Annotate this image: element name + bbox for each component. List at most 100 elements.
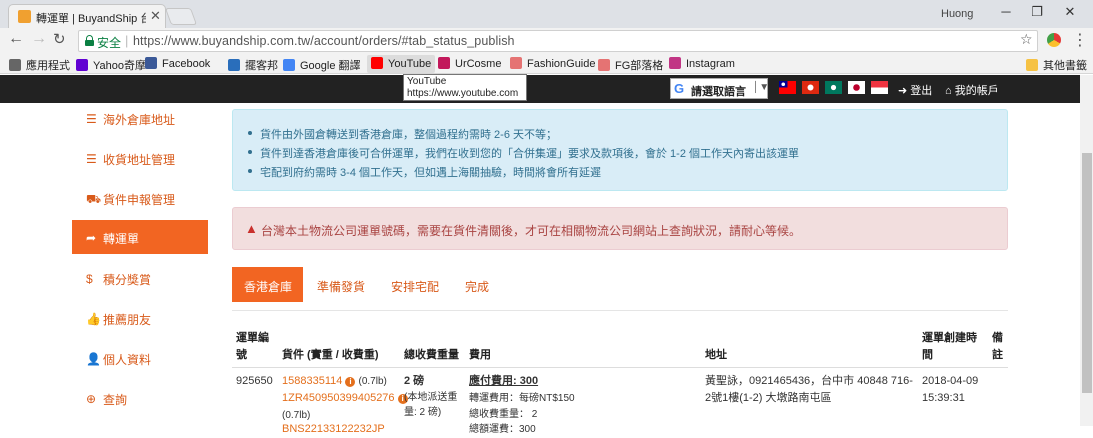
col-total-weight: 總收費重量 bbox=[404, 349, 459, 361]
logout-link[interactable]: ➜ 登出 bbox=[898, 82, 932, 98]
browser-tab[interactable]: 轉運單 | BuyandShip 台灣 ✕ bbox=[8, 4, 166, 28]
fashionguide-icon bbox=[510, 57, 522, 69]
tab-completed[interactable]: 完成 bbox=[465, 278, 489, 313]
bookmark-translate[interactable]: Google 翻譯 bbox=[283, 57, 361, 73]
hong-kong-flag-icon[interactable] bbox=[802, 81, 819, 94]
instagram-icon bbox=[669, 57, 681, 69]
taiwan-flag-icon[interactable] bbox=[779, 81, 796, 94]
bookmark-star-icon[interactable]: ☆ bbox=[1020, 31, 1033, 48]
bookmark-youtube[interactable]: YouTube bbox=[367, 55, 436, 73]
lock-icon bbox=[85, 35, 94, 46]
bookmark-label: 擺客邦 bbox=[245, 60, 278, 72]
bookmark-label: Instagram bbox=[686, 58, 735, 70]
col-address: 地址 bbox=[705, 349, 727, 361]
sidebar-item-label: 轉運單 bbox=[103, 232, 140, 246]
my-account-link[interactable]: ⌂ 我的帳戶 bbox=[945, 82, 999, 98]
info-note: 貨件到達香港倉庫後可合併運單，我們在收到您的「合併集運」要求及款項後，會於 1-… bbox=[248, 145, 799, 161]
apps-grid-icon bbox=[9, 59, 21, 71]
item-weight: (0.7lb) bbox=[358, 376, 387, 387]
home-icon: ⌂ bbox=[945, 85, 952, 97]
truck-icon: ⛟ bbox=[86, 192, 102, 206]
bookmark-apps-grid[interactable]: 應用程式 bbox=[9, 57, 70, 73]
minimize-icon[interactable]: ─ bbox=[992, 4, 1020, 22]
bookmark-blog[interactable]: 擺客邦 bbox=[228, 57, 278, 73]
sidebar-item[interactable]: ☰ 海外倉庫地址 bbox=[72, 101, 208, 135]
tab-hk-warehouse[interactable]: 香港倉庫 bbox=[232, 267, 303, 302]
sidebar-item-label: 查詢 bbox=[103, 393, 128, 407]
tooltip-title: YouTube bbox=[407, 76, 447, 87]
sidebar-item[interactable]: ⊕ 查詢 bbox=[72, 381, 208, 415]
browser-toolbar: ← → ↻ 安全 | https://www.buyandship.com.tw… bbox=[0, 28, 1093, 54]
list-icon: ☰ bbox=[86, 152, 97, 166]
sidebar-item[interactable]: $ 積分獎賞 bbox=[72, 261, 208, 295]
list-icon: ☰ bbox=[86, 112, 97, 126]
bookmark-facebook[interactable]: Facebook bbox=[145, 57, 210, 70]
warning-icon: ▲ bbox=[245, 221, 258, 236]
sidebar-item[interactable]: ➦ 轉運單 bbox=[72, 220, 208, 254]
tab-arrange-delivery[interactable]: 安排宅配 bbox=[391, 278, 439, 313]
forward-icon[interactable]: → bbox=[31, 30, 47, 48]
info-note: 宅配到府約需時 3-4 個工作天，但如遇上海關抽驗，時間將會所有延遲 bbox=[248, 164, 601, 180]
sidebar-item-label: 收貨地址管理 bbox=[103, 153, 176, 167]
macau-flag-icon[interactable] bbox=[825, 81, 842, 94]
sidebar-item[interactable]: 👤 個人資料 bbox=[72, 341, 208, 375]
total-weight: 2 磅 bbox=[404, 375, 425, 387]
dollar-icon: $ bbox=[86, 272, 93, 286]
tab-ready-to-ship[interactable]: 準備發貨 bbox=[317, 278, 365, 313]
browser-user-name[interactable]: Huong bbox=[941, 8, 973, 20]
singapore-flag-icon[interactable] bbox=[871, 81, 888, 94]
browser-menu-icon[interactable]: ⋮ bbox=[1072, 30, 1088, 50]
bookmark-fg-blog[interactable]: FG部落格 bbox=[598, 57, 663, 73]
scrollbar-thumb[interactable] bbox=[1082, 153, 1092, 393]
col-items: 貨件 (實重 / 收費重) bbox=[282, 349, 379, 361]
thumbs-up-icon: 👍 bbox=[86, 312, 101, 326]
bookmark-label: FashionGuide bbox=[527, 58, 596, 70]
back-icon[interactable]: ← bbox=[8, 30, 24, 48]
bookmark-instagram[interactable]: Instagram bbox=[669, 57, 735, 70]
sidebar-item-label: 推薦朋友 bbox=[103, 313, 152, 327]
bookmark-label: UrCosme bbox=[455, 58, 502, 70]
item-tracking-link[interactable]: 1588335114 bbox=[282, 375, 342, 387]
urcosme-icon bbox=[438, 57, 450, 69]
item-line: 1ZR450950399405276 i bbox=[282, 390, 408, 407]
info-circle-icon[interactable]: i bbox=[345, 377, 356, 387]
bookmark-label: YouTube bbox=[388, 58, 432, 70]
tooltip-url: https://www.youtube.com bbox=[407, 88, 519, 99]
payable-fee[interactable]: 應付費用: 300 bbox=[469, 373, 538, 390]
url-separator: | bbox=[125, 33, 129, 48]
language-select[interactable]: G 請選取語言 │▼ bbox=[670, 78, 770, 99]
restore-icon[interactable]: ❐ bbox=[1023, 4, 1051, 22]
local-weight-note: (本地派送重 量: 2 磅) bbox=[404, 392, 458, 418]
bookmark-fashionguide[interactable]: FashionGuide bbox=[510, 57, 596, 70]
blog-icon bbox=[228, 59, 240, 71]
fg-blog-icon bbox=[598, 59, 610, 71]
item-tracking-link[interactable]: 1ZR450950399405276 bbox=[282, 392, 395, 404]
close-window-icon[interactable]: ✕ bbox=[1056, 4, 1084, 22]
bookmark-label: 其他書籤 bbox=[1043, 60, 1087, 72]
bookmark-label: Google 翻譯 bbox=[300, 60, 361, 72]
bookmark-urcosme[interactable]: UrCosme bbox=[438, 57, 501, 70]
bookmarks-bar: 應用程式 Yahoo奇摩 Facebook 擺客邦 Google 翻譯 YouTube Ur… bbox=[0, 54, 1093, 74]
sidebar-item[interactable]: 👍 推薦朋友 bbox=[72, 301, 208, 335]
sidebar-item[interactable]: ⛟ 貨件申報管理 bbox=[72, 181, 208, 215]
url-text[interactable]: https://www.buyandship.com.tw/account/or… bbox=[133, 34, 515, 48]
table-header-divider bbox=[232, 367, 1008, 368]
sidebar-item-label: 個人資料 bbox=[103, 353, 152, 367]
extension-icon[interactable] bbox=[1047, 33, 1061, 47]
address-bar[interactable]: 安全 | https://www.buyandship.com.tw/accou… bbox=[78, 30, 1038, 52]
browser-titlebar: 轉運單 | BuyandShip 台灣 ✕ Huong ─ ❐ ✕ bbox=[0, 0, 1093, 28]
info-note: 貨件由外國倉轉送到香港倉庫，整個過程約需時 2-6 天不等； bbox=[248, 126, 557, 142]
bookmark-yahoo[interactable]: Yahoo奇摩 bbox=[76, 57, 146, 73]
new-tab-button[interactable] bbox=[164, 8, 198, 25]
japan-flag-icon[interactable] bbox=[848, 81, 865, 94]
translate-icon bbox=[283, 59, 295, 71]
item-tracking-link[interactable]: BNS22133122232JP bbox=[282, 421, 385, 438]
info-notice: 貨件由外國倉轉送到香港倉庫，整個過程約需時 2-6 天不等； 貨件到達香港倉庫後… bbox=[232, 109, 1008, 191]
sidebar-item-label: 積分獎賞 bbox=[103, 273, 152, 287]
bookmark-folder[interactable]: 其他書籤 bbox=[1026, 57, 1087, 73]
reload-icon[interactable]: ↻ bbox=[53, 30, 66, 48]
bookmark-label: Yahoo奇摩 bbox=[93, 60, 146, 72]
sidebar-item[interactable]: ☰ 收貨地址管理 bbox=[72, 141, 208, 175]
dropdown-arrow-icon: │▼ bbox=[753, 82, 770, 93]
tab-close-icon[interactable]: ✕ bbox=[150, 8, 161, 24]
